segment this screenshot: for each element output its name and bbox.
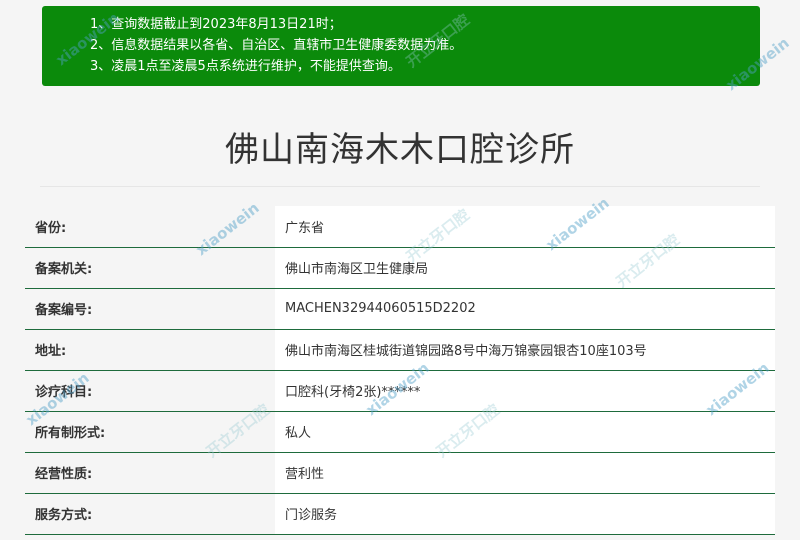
page-title: 佛山南海木木口腔诊所 — [225, 130, 575, 170]
table-row: 省份: 广东省 — [25, 206, 775, 248]
row-label: 经营性质: — [25, 452, 275, 494]
row-value: 口腔科(牙椅2张)****** — [275, 370, 775, 412]
row-label: 备案机关: — [25, 247, 275, 289]
table-row: 所有制形式: 私人 — [25, 411, 775, 453]
table-row: 备案机关: 佛山市南海区卫生健康局 — [25, 247, 775, 289]
table-row: 经营性质: 营利性 — [25, 452, 775, 494]
notice-banner: 1、查询数据截止到2023年8月13日21时； 2、信息数据结果以各省、自治区、… — [42, 6, 760, 86]
info-table: 省份: 广东省 备案机关: 佛山市南海区卫生健康局 备案编号: MACHEN32… — [25, 206, 775, 535]
row-value: 门诊服务 — [275, 493, 775, 535]
title-divider — [40, 186, 760, 187]
table-row: 服务方式: 门诊服务 — [25, 493, 775, 535]
table-row: 地址: 佛山市南海区桂城街道锦园路8号中海万锦豪园银杏10座103号 — [25, 329, 775, 371]
row-label: 地址: — [25, 329, 275, 371]
row-label: 备案编号: — [25, 288, 275, 330]
table-row: 诊疗科目: 口腔科(牙椅2张)****** — [25, 370, 775, 412]
row-value: 营利性 — [275, 452, 775, 494]
notice-line: 2、信息数据结果以各省、自治区、直辖市卫生健康委数据为准。 — [90, 38, 463, 53]
row-label: 所有制形式: — [25, 411, 275, 453]
row-value: 佛山市南海区卫生健康局 — [275, 247, 775, 289]
table-row: 备案编号: MACHEN32944060515D2202 — [25, 288, 775, 330]
row-value: 佛山市南海区桂城街道锦园路8号中海万锦豪园银杏10座103号 — [275, 329, 775, 371]
row-label: 服务方式: — [25, 493, 275, 535]
notice-line: 3、凌晨1点至凌晨5点系统进行维护，不能提供查询。 — [90, 59, 401, 74]
row-value: MACHEN32944060515D2202 — [275, 288, 775, 330]
row-value: 广东省 — [275, 206, 775, 248]
row-value: 私人 — [275, 411, 775, 453]
notice-line: 1、查询数据截止到2023年8月13日21时； — [90, 17, 342, 32]
row-label: 诊疗科目: — [25, 370, 275, 412]
row-label: 省份: — [25, 206, 275, 248]
